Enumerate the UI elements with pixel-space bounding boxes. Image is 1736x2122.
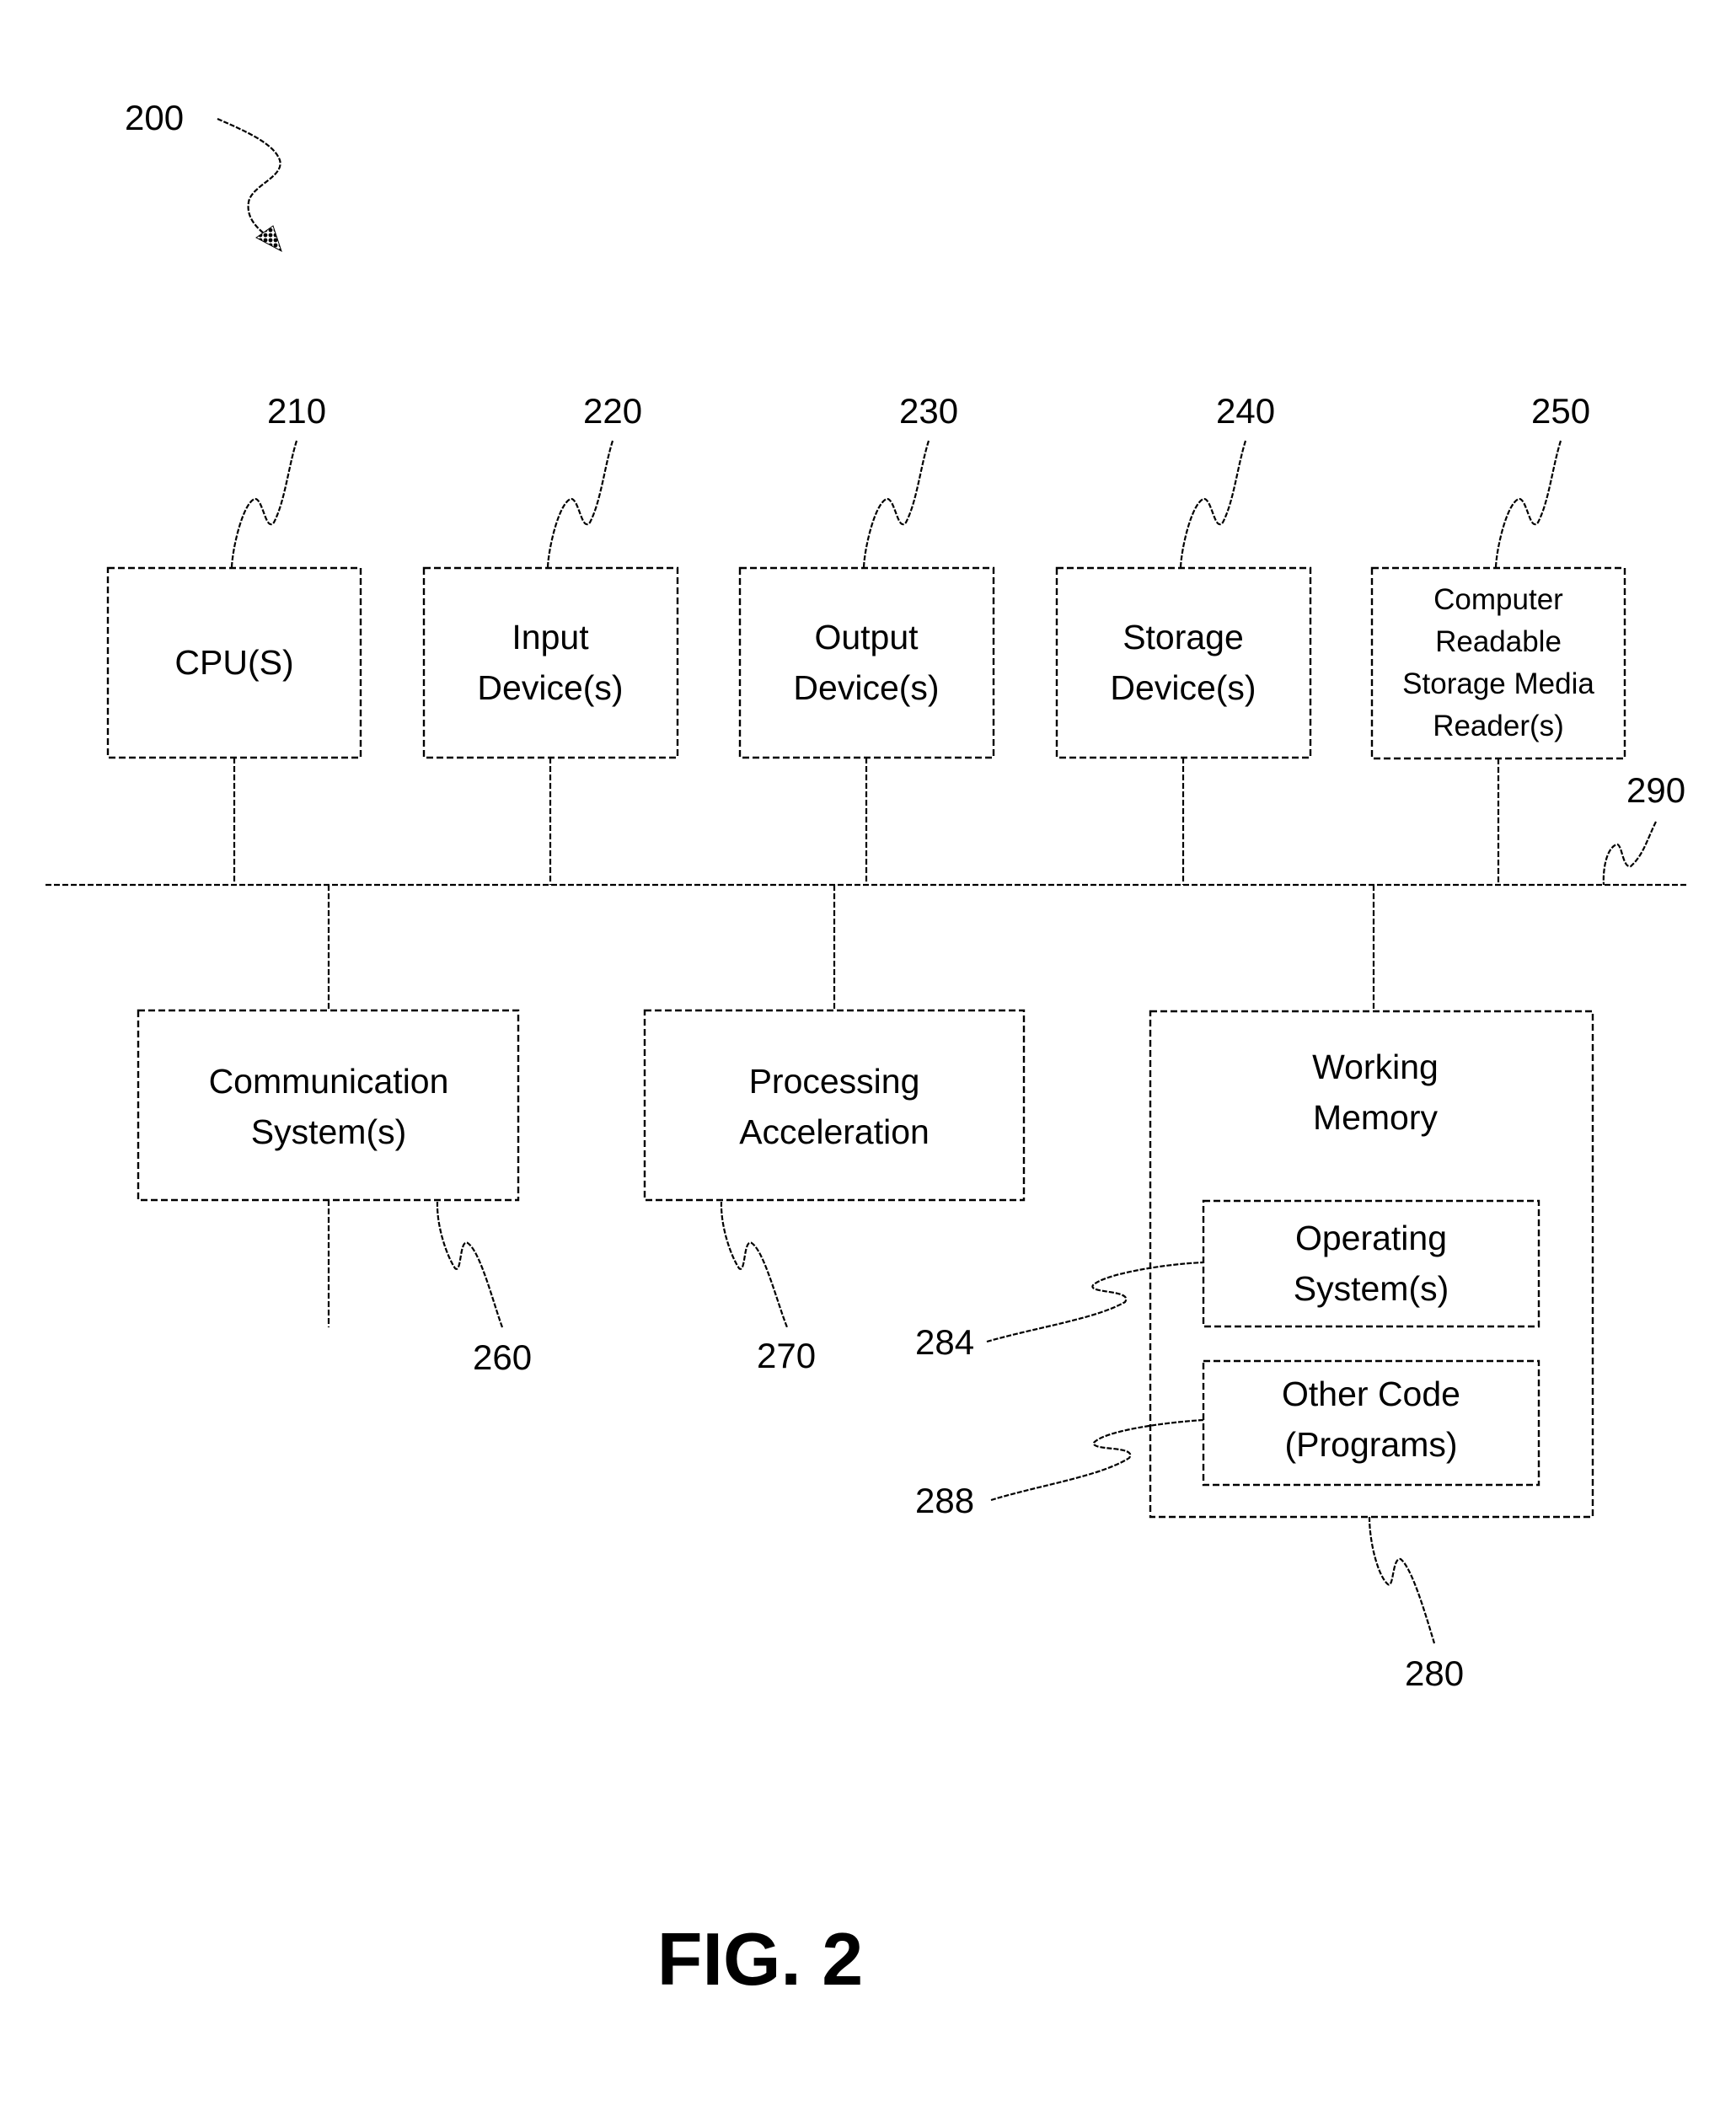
ref-label-284: 284 (915, 1322, 974, 1362)
working-memory-block: Working Memory 280 Operating System(s) 2… (915, 885, 1594, 1693)
processing-acceleration-box (643, 1009, 1026, 1202)
communication-leader-line (436, 1201, 504, 1328)
cpu-label: CPU(S) (174, 643, 293, 682)
input-device-leader-line (546, 440, 614, 568)
communication-label-line2: System(s) (251, 1112, 407, 1151)
system-ref-arrow-line (217, 117, 281, 233)
communication-label-line1: Communication (209, 1062, 449, 1101)
processing-acceleration-leader-line (720, 1201, 789, 1328)
working-memory-label-line1: Working (1312, 1048, 1439, 1086)
storage-device-label-line1: Storage (1123, 618, 1244, 656)
crsm-reader-label-line4: Reader(s) (1433, 710, 1564, 742)
processing-acceleration-label-line2: Acceleration (739, 1112, 930, 1151)
crsm-reader-label-line2: Readable (1435, 625, 1562, 658)
ref-label-220: 220 (583, 391, 642, 431)
working-memory-label-line2: Memory (1313, 1098, 1439, 1137)
cpu-leader-line (230, 440, 298, 568)
output-device-box (738, 566, 995, 759)
other-code-label-line1: Other Code (1282, 1374, 1460, 1413)
cpu-block: CPU(S) 210 (106, 391, 362, 885)
output-device-leader-line (862, 440, 930, 568)
communication-box (137, 1009, 520, 1202)
ref-label-288: 288 (915, 1481, 974, 1520)
processing-acceleration-block: Processing Acceleration 270 (643, 885, 1026, 1375)
bus-leader-line (1602, 821, 1657, 886)
output-device-block: Output Device(s) 230 (738, 391, 995, 885)
storage-device-label-line2: Device(s) (1110, 668, 1256, 707)
crsm-reader-leader-line (1494, 440, 1562, 568)
ref-label-200: 200 (125, 98, 184, 137)
crsm-reader-label-line1: Computer (1433, 583, 1563, 616)
input-device-label-line2: Device(s) (477, 668, 623, 707)
ref-label-230: 230 (899, 391, 958, 431)
output-device-label-line2: Device(s) (793, 668, 939, 707)
other-code-label-line2: (Programs) (1284, 1425, 1457, 1464)
operating-system-label-line2: System(s) (1294, 1269, 1449, 1308)
ref-label-290: 290 (1626, 770, 1685, 810)
storage-device-leader-line (1179, 440, 1247, 568)
figure-caption: FIG. 2 (657, 1917, 864, 2001)
ref-label-280: 280 (1405, 1653, 1464, 1693)
storage-device-box (1055, 566, 1312, 759)
processing-acceleration-label-line1: Processing (749, 1062, 920, 1101)
ref-label-210: 210 (267, 391, 326, 431)
input-device-label-line1: Input (512, 618, 589, 656)
ref-label-260: 260 (473, 1337, 532, 1377)
working-memory-leader-line (1368, 1516, 1436, 1644)
system-diagram: 200 290 CPU(S) 210 Input Device(s) 220 O… (46, 98, 1688, 2001)
ref-label-240: 240 (1216, 391, 1275, 431)
crsm-reader-label-line3: Storage Media (1402, 667, 1594, 700)
operating-system-label-line1: Operating (1295, 1219, 1447, 1257)
input-device-box (422, 566, 679, 759)
output-device-label-line1: Output (814, 618, 919, 656)
ref-label-250: 250 (1531, 391, 1590, 431)
communication-block: Communication System(s) 260 (137, 885, 532, 1377)
crsm-reader-block: Computer Readable Storage Media Reader(s… (1370, 391, 1626, 885)
storage-device-block: Storage Device(s) 240 (1055, 391, 1312, 885)
input-device-block: Input Device(s) 220 (422, 391, 679, 885)
ref-label-270: 270 (757, 1336, 816, 1375)
